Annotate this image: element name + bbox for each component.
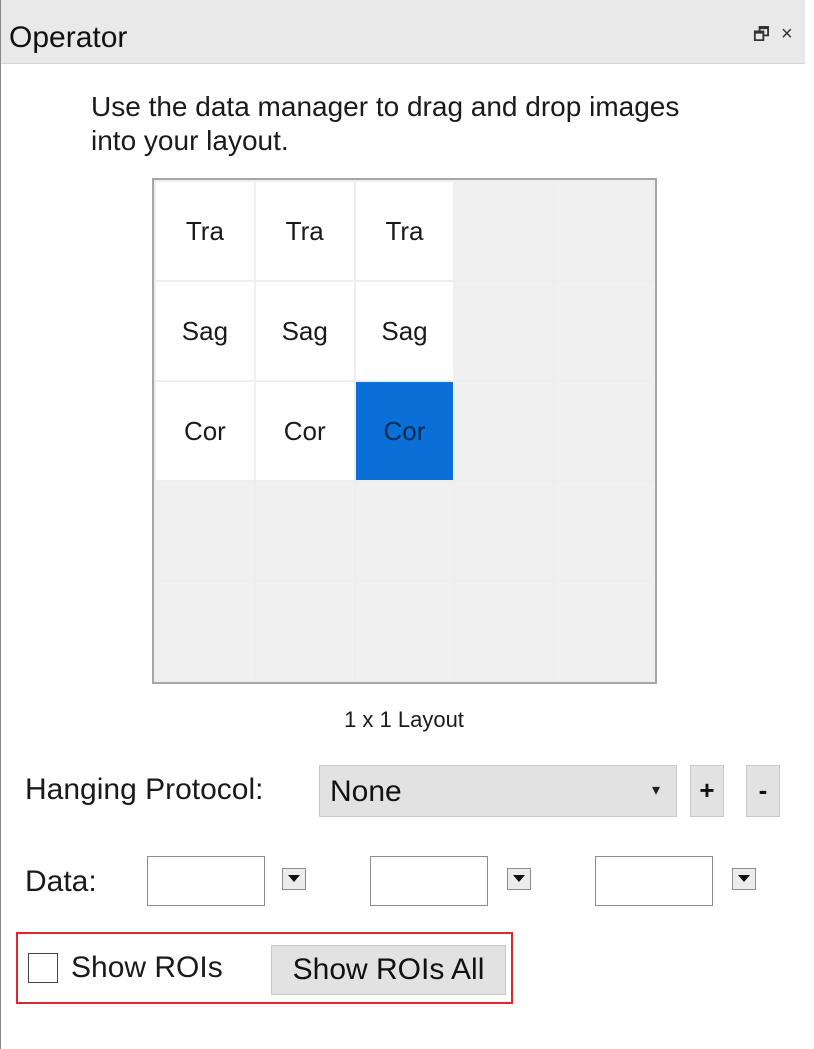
layout-cell-r3-c1[interactable] — [255, 482, 354, 580]
layout-cell-r0-c4[interactable] — [555, 182, 653, 280]
data-dropdown-3-icon[interactable] — [732, 868, 756, 890]
data-input-3[interactable] — [595, 856, 713, 906]
layout-cell-r3-c0[interactable] — [156, 482, 254, 580]
layout-cell-r3-c4[interactable] — [555, 482, 653, 580]
operator-panel: Operator 🗗 × Use the data manager to dra… — [0, 0, 814, 1049]
panel-titlebar: Operator 🗗 × — [1, 0, 805, 64]
hanging-protocol-label: Hanging Protocol: — [25, 773, 264, 806]
layout-cell-r2-c0[interactable]: Cor — [156, 382, 254, 480]
layout-label: 1 x 1 Layout — [344, 707, 464, 732]
layout-cell-r1-c3[interactable] — [455, 282, 554, 380]
panel-title: Operator — [9, 21, 128, 54]
layout-cell-r0-c0[interactable]: Tra — [156, 182, 254, 280]
restore-window-icon[interactable]: 🗗 — [753, 24, 770, 44]
layout-cell-r3-c3[interactable] — [455, 482, 554, 580]
layout-cell-r4-c4[interactable] — [555, 582, 653, 680]
data-dropdown-1-icon[interactable] — [282, 868, 306, 890]
layout-cell-r2-c2[interactable]: Cor — [355, 382, 454, 480]
data-dropdown-2-icon[interactable] — [507, 868, 531, 890]
layout-cell-r4-c2[interactable] — [355, 582, 454, 680]
layout-grid[interactable]: Tra Tra Tra Sag Sag Sag Cor Cor Cor — [152, 178, 657, 684]
add-protocol-button[interactable]: + — [690, 765, 724, 817]
instructions-text: Use the data manager to drag and drop im… — [91, 91, 680, 156]
layout-cell-r2-c4[interactable] — [555, 382, 653, 480]
layout-cell-r4-c3[interactable] — [455, 582, 554, 680]
close-icon[interactable]: × — [781, 24, 793, 44]
layout-cell-r3-c2[interactable] — [355, 482, 454, 580]
show-rois-label[interactable]: Show ROIs — [71, 951, 223, 985]
remove-protocol-button[interactable]: - — [746, 765, 780, 817]
data-input-1[interactable] — [147, 856, 265, 906]
show-rois-checkbox[interactable] — [28, 953, 58, 983]
layout-cell-r1-c4[interactable] — [555, 282, 653, 380]
show-rois-all-button[interactable]: Show ROIs All — [271, 945, 506, 995]
layout-cell-r2-c1[interactable]: Cor — [255, 382, 354, 480]
hanging-protocol-select[interactable]: None ▾ — [319, 765, 677, 817]
layout-cell-r0-c1[interactable]: Tra — [255, 182, 354, 280]
layout-cell-r4-c0[interactable] — [156, 582, 254, 680]
layout-cell-r1-c2[interactable]: Sag — [355, 282, 454, 380]
layout-cell-r0-c3[interactable] — [455, 182, 554, 280]
layout-cell-r1-c1[interactable]: Sag — [255, 282, 354, 380]
layout-cell-r1-c0[interactable]: Sag — [156, 282, 254, 380]
chevron-down-icon: ▾ — [651, 782, 660, 799]
data-input-2[interactable] — [370, 856, 488, 906]
layout-cell-r0-c2[interactable]: Tra — [355, 182, 454, 280]
hanging-protocol-value: None — [330, 775, 402, 808]
layout-cell-r2-c3[interactable] — [455, 382, 554, 480]
data-label: Data: — [25, 865, 97, 898]
layout-cell-r4-c1[interactable] — [255, 582, 354, 680]
roi-highlight-box: Show ROIs Show ROIs All — [16, 932, 513, 1004]
